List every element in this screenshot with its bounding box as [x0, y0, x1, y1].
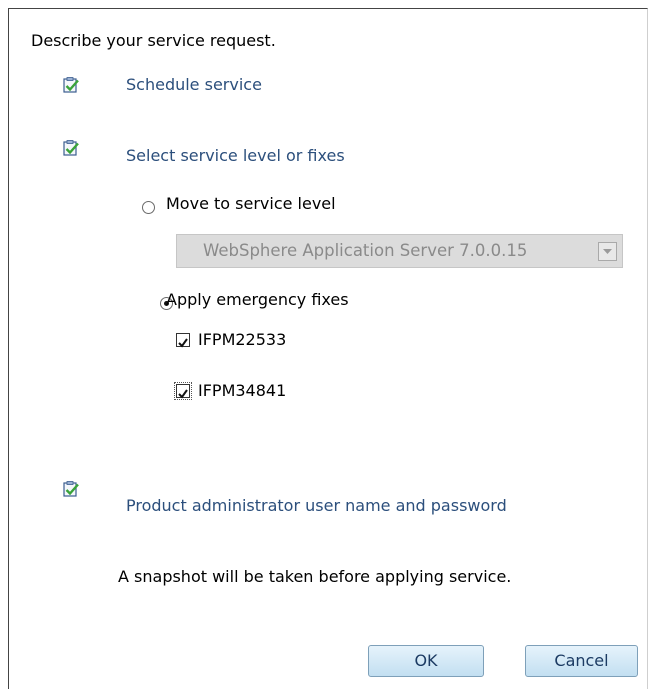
fix-label-ifpm22533: IFPM22533 [198, 330, 287, 349]
apply-fixes-label: Apply emergency fixes [166, 290, 349, 309]
cancel-button[interactable]: Cancel [525, 645, 638, 677]
move-to-level-radio[interactable] [142, 201, 155, 214]
service-level-value: WebSphere Application Server 7.0.0.15 [203, 241, 528, 260]
step-admin-credentials[interactable]: Product administrator user name and pass… [126, 496, 507, 515]
fix-checkbox-ifpm34841[interactable] [174, 382, 192, 400]
step-select-service-level[interactable]: Select service level or fixes [126, 146, 345, 165]
service-level-select[interactable]: WebSphere Application Server 7.0.0.15 [176, 234, 623, 268]
task-complete-icon [62, 480, 80, 502]
snapshot-note: A snapshot will be taken before applying… [118, 567, 512, 586]
dialog-panel: Describe your service request. Schedule … [8, 8, 648, 689]
ok-button[interactable]: OK [368, 645, 484, 677]
fix-checkbox-ifpm22533[interactable] [176, 333, 190, 348]
chevron-down-icon [598, 242, 617, 261]
fix-label-ifpm34841: IFPM34841 [198, 381, 287, 400]
task-complete-icon [62, 139, 80, 161]
step-schedule-service[interactable]: Schedule service [126, 75, 262, 94]
move-to-level-label: Move to service level [166, 194, 336, 213]
intro-text: Describe your service request. [31, 31, 276, 50]
task-complete-icon [62, 76, 80, 98]
